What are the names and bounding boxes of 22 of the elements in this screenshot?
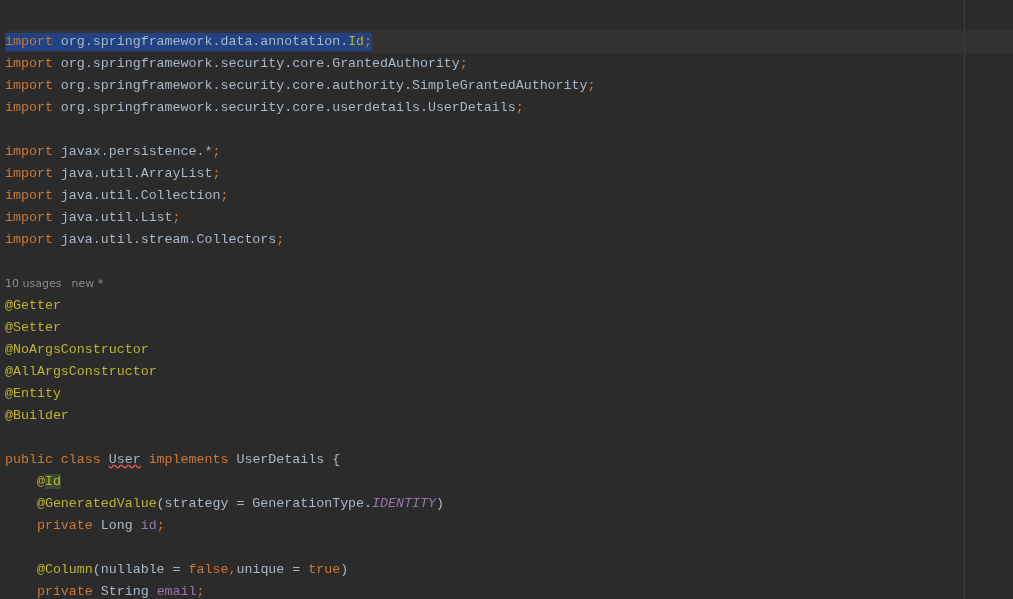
code-line: private Long id; bbox=[35, 517, 165, 535]
code-line: @Column(nullable = false,unique = true) bbox=[35, 561, 349, 579]
code-line: @Entity bbox=[5, 385, 61, 403]
code-line: import java.util.Collection; bbox=[5, 187, 229, 205]
code-line: import javax.persistence.*; bbox=[5, 143, 221, 161]
code-line: import java.util.List; bbox=[5, 209, 181, 227]
code-line: import org.springframework.security.core.GrantedAuthority; bbox=[5, 55, 468, 73]
code-line: public class User implements UserDetails { bbox=[5, 451, 341, 469]
code-line: @Getter bbox=[5, 297, 61, 315]
code-line: private String email; bbox=[35, 583, 205, 599]
code-line: @GeneratedValue(strategy = GenerationType.IDENTITY) bbox=[35, 495, 444, 513]
inlay-hint[interactable]: 10 usages bbox=[5, 275, 62, 293]
code-line: @NoArgsConstructor bbox=[5, 341, 149, 359]
code-line: import org.springframework.security.core.authority.SimpleGrantedAuthority; bbox=[5, 77, 596, 95]
code-line: import java.util.stream.Collectors; bbox=[5, 231, 285, 249]
code-line: @Builder bbox=[5, 407, 69, 425]
code-line: import org.springframework.security.core.userdetails.UserDetails; bbox=[5, 99, 524, 117]
code-line: @Setter bbox=[5, 319, 61, 337]
code-line: @AllArgsConstructor bbox=[5, 363, 157, 381]
code-line: @Id bbox=[35, 473, 61, 491]
inlay-hint[interactable]: new * bbox=[71, 275, 104, 293]
code-line: import java.util.ArrayList; bbox=[5, 165, 221, 183]
